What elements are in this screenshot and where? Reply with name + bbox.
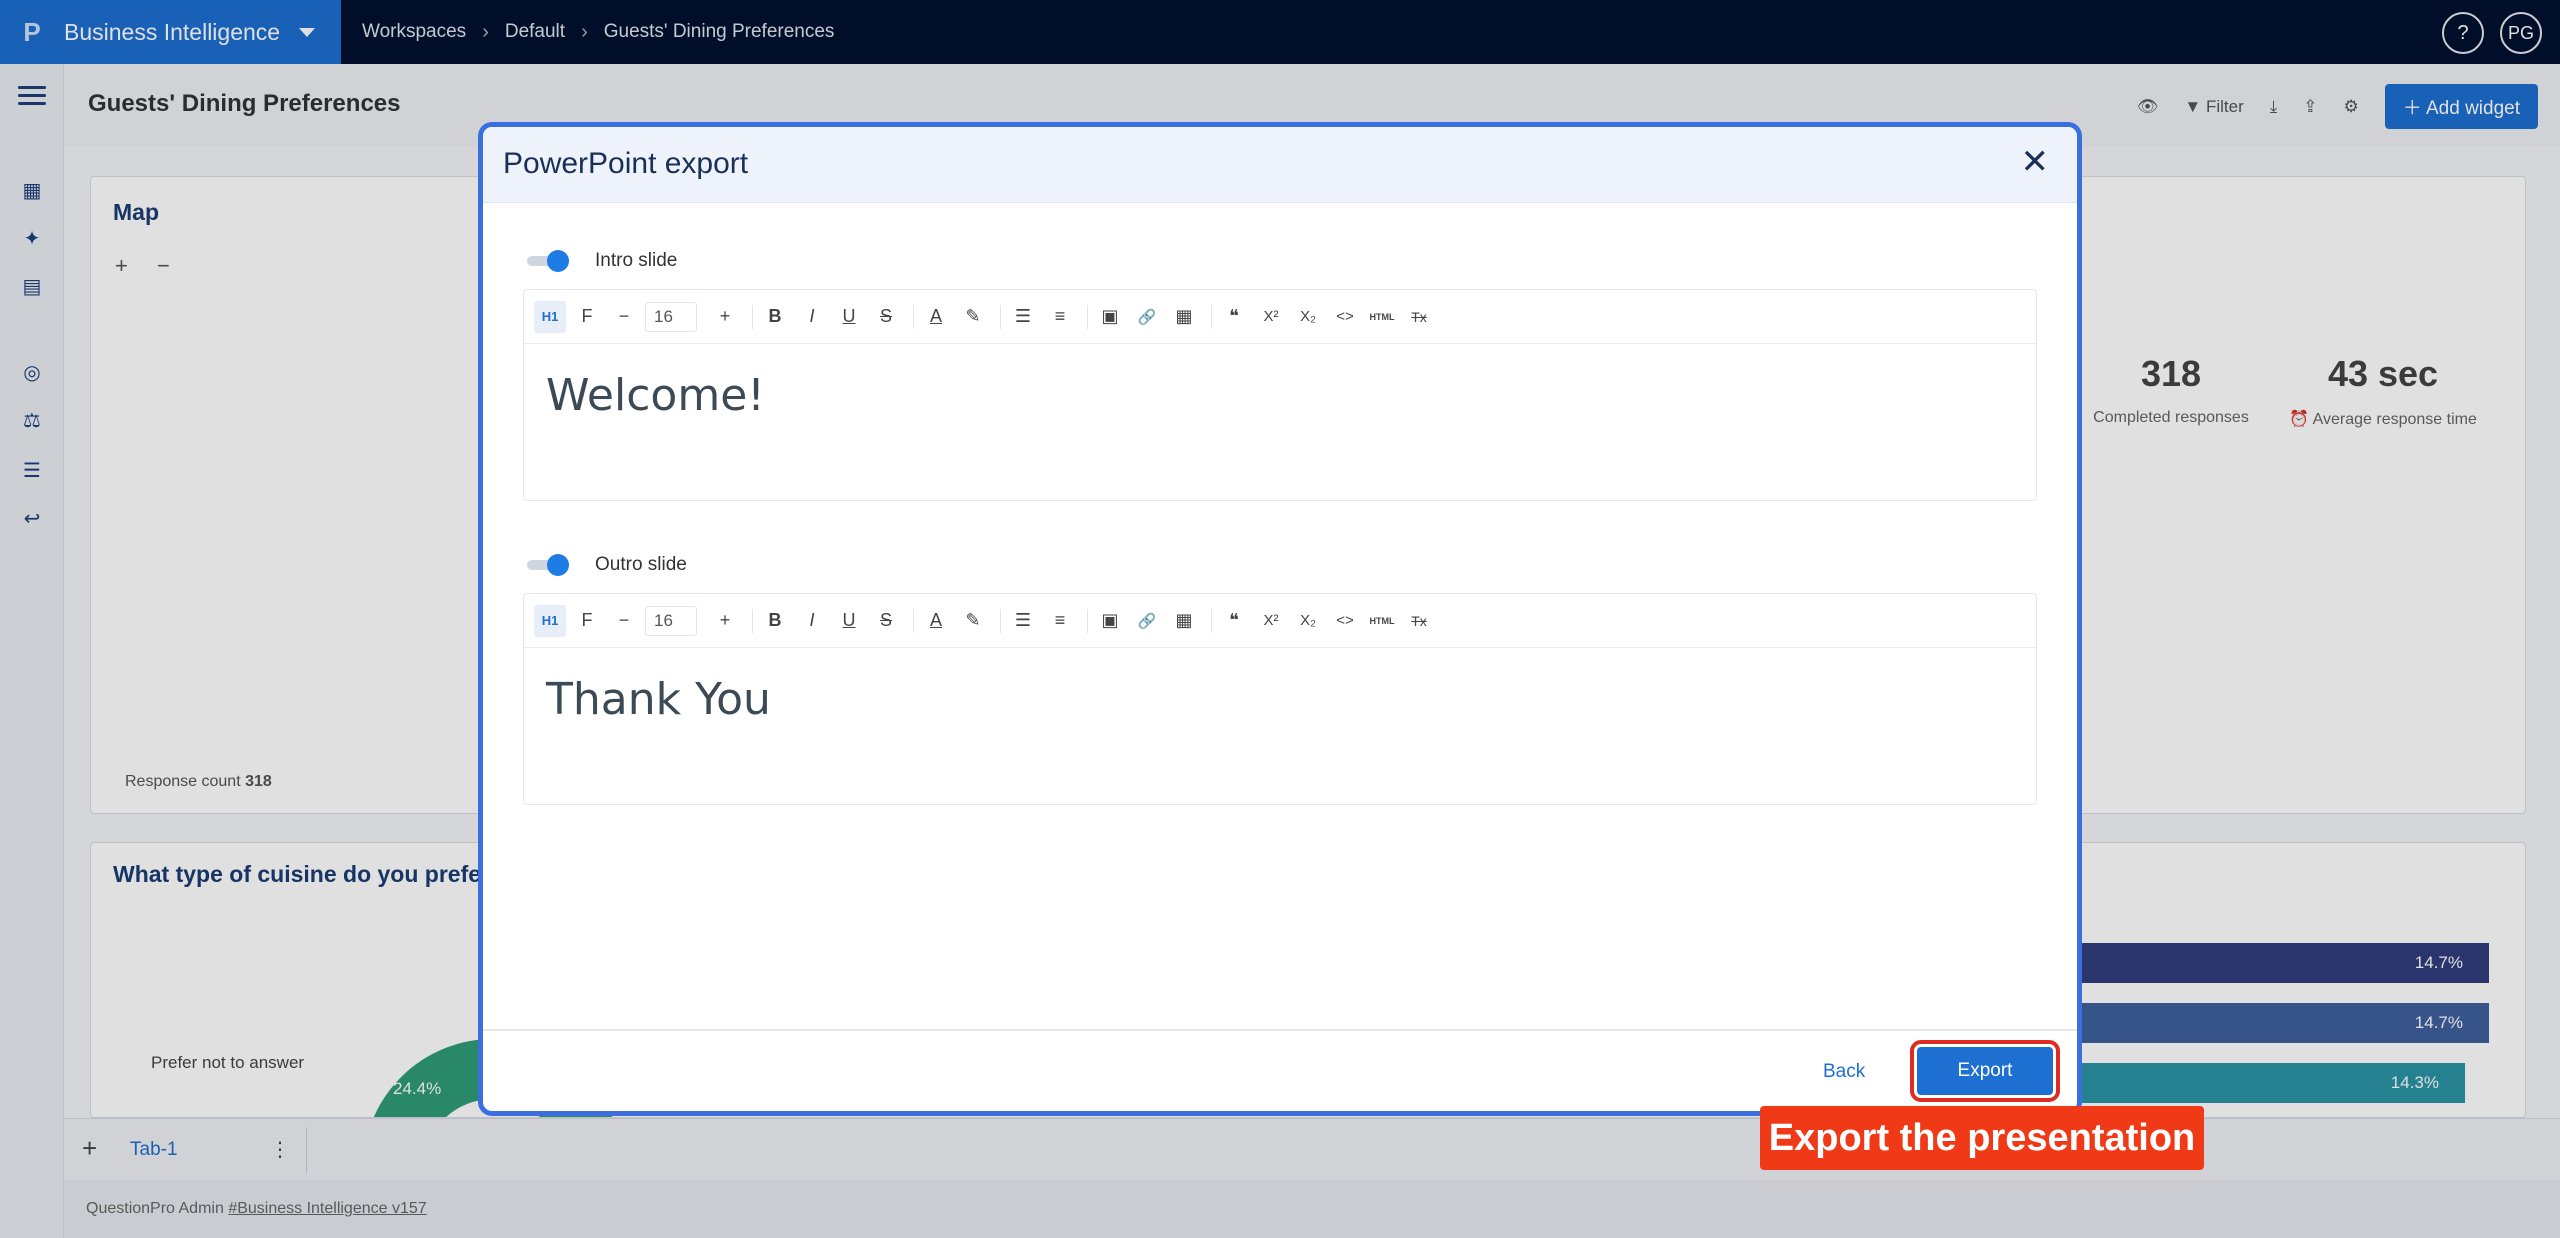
toolbar-divider <box>1000 304 1001 329</box>
table-button[interactable]: ▦ <box>1168 301 1200 333</box>
superscript-button[interactable]: X² <box>1255 605 1287 637</box>
bold-button[interactable]: B <box>759 301 791 333</box>
clear-format-button[interactable]: Tx <box>1403 605 1435 637</box>
html-button[interactable]: HTML <box>1366 301 1398 333</box>
powerpoint-export-dialog: PowerPoint export ✕ Intro slide H1 F − 1… <box>478 122 2082 1116</box>
highlight-button[interactable]: ✎ <box>957 605 989 637</box>
font-size-input[interactable]: 16 <box>645 605 697 636</box>
list-button[interactable]: ☰ <box>1007 301 1039 333</box>
close-icon[interactable]: ✕ <box>2021 145 2050 179</box>
quote-button[interactable]: ❝ <box>1218 301 1250 333</box>
table-button[interactable]: ▦ <box>1168 605 1200 637</box>
strikethrough-button[interactable]: S <box>870 605 902 637</box>
outro-editor: H1 F − 16 + B I U S A ✎ ☰ ≡ ▣ 🔗 ▦ ❝ X² X… <box>523 593 2037 805</box>
outro-slide-label: Outro slide <box>595 554 687 575</box>
intro-slide-label: Intro slide <box>595 250 678 271</box>
text-color-button[interactable]: A <box>920 605 952 637</box>
heading-button[interactable]: H1 <box>534 604 566 637</box>
font-button[interactable]: F <box>571 301 603 333</box>
editor-toolbar: H1 F − 16 + B I U S A ✎ ☰ ≡ ▣ 🔗 ▦ ❝ X² X… <box>524 290 2036 344</box>
align-button[interactable]: ≡ <box>1044 605 1076 637</box>
intro-editor: H1 F − 16 + B I U S A ✎ ☰ ≡ ▣ 🔗 ▦ ❝ X² X… <box>523 289 2037 501</box>
intro-slide-toggle[interactable] <box>527 250 571 272</box>
font-size-increase-button[interactable]: + <box>709 301 741 333</box>
toolbar-divider <box>1087 304 1088 329</box>
toolbar-divider <box>913 304 914 329</box>
align-button[interactable]: ≡ <box>1044 301 1076 333</box>
code-button[interactable]: <> <box>1329 301 1361 333</box>
list-button[interactable]: ☰ <box>1007 605 1039 637</box>
intro-content[interactable]: Welcome! <box>546 370 765 421</box>
font-size-decrease-button[interactable]: − <box>608 605 640 637</box>
text-color-button[interactable]: A <box>920 301 952 333</box>
link-button[interactable]: 🔗 <box>1131 605 1163 637</box>
heading-button[interactable]: H1 <box>534 300 566 333</box>
highlight-button[interactable]: ✎ <box>957 301 989 333</box>
font-size-decrease-button[interactable]: − <box>608 301 640 333</box>
toolbar-divider <box>752 608 753 633</box>
toggle-knob <box>547 250 569 272</box>
toolbar-divider <box>913 608 914 633</box>
dialog-footer: Back Export <box>483 1029 2077 1111</box>
underline-button[interactable]: U <box>833 605 865 637</box>
underline-button[interactable]: U <box>833 301 865 333</box>
back-button[interactable]: Back <box>1823 1061 1865 1083</box>
font-button[interactable]: F <box>571 605 603 637</box>
dialog-title: PowerPoint export <box>503 147 749 180</box>
font-size-increase-button[interactable]: + <box>709 605 741 637</box>
bold-button[interactable]: B <box>759 605 791 637</box>
font-size-input[interactable]: 16 <box>645 301 697 332</box>
toolbar-divider <box>752 304 753 329</box>
link-button[interactable]: 🔗 <box>1131 301 1163 333</box>
toolbar-divider <box>1000 608 1001 633</box>
toolbar-divider <box>1211 608 1212 633</box>
italic-button[interactable]: I <box>796 605 828 637</box>
strikethrough-button[interactable]: S <box>870 301 902 333</box>
toggle-knob <box>547 554 569 576</box>
italic-button[interactable]: I <box>796 301 828 333</box>
clear-format-button[interactable]: Tx <box>1403 301 1435 333</box>
image-button[interactable]: ▣ <box>1094 301 1126 333</box>
image-button[interactable]: ▣ <box>1094 605 1126 637</box>
code-button[interactable]: <> <box>1329 605 1361 637</box>
subscript-button[interactable]: X₂ <box>1292 301 1324 333</box>
subscript-button[interactable]: X₂ <box>1292 605 1324 637</box>
html-button[interactable]: HTML <box>1366 605 1398 637</box>
export-button[interactable]: Export <box>1910 1040 2060 1102</box>
dialog-header: PowerPoint export ✕ <box>483 127 2077 203</box>
quote-button[interactable]: ❝ <box>1218 605 1250 637</box>
tutorial-callout: Export the presentation <box>1760 1106 2204 1170</box>
outro-slide-toggle[interactable] <box>527 554 571 576</box>
editor-toolbar: H1 F − 16 + B I U S A ✎ ☰ ≡ ▣ 🔗 ▦ ❝ X² X… <box>524 594 2036 648</box>
superscript-button[interactable]: X² <box>1255 301 1287 333</box>
toolbar-divider <box>1211 304 1212 329</box>
outro-content[interactable]: Thank You <box>546 674 771 725</box>
toolbar-divider <box>1087 608 1088 633</box>
